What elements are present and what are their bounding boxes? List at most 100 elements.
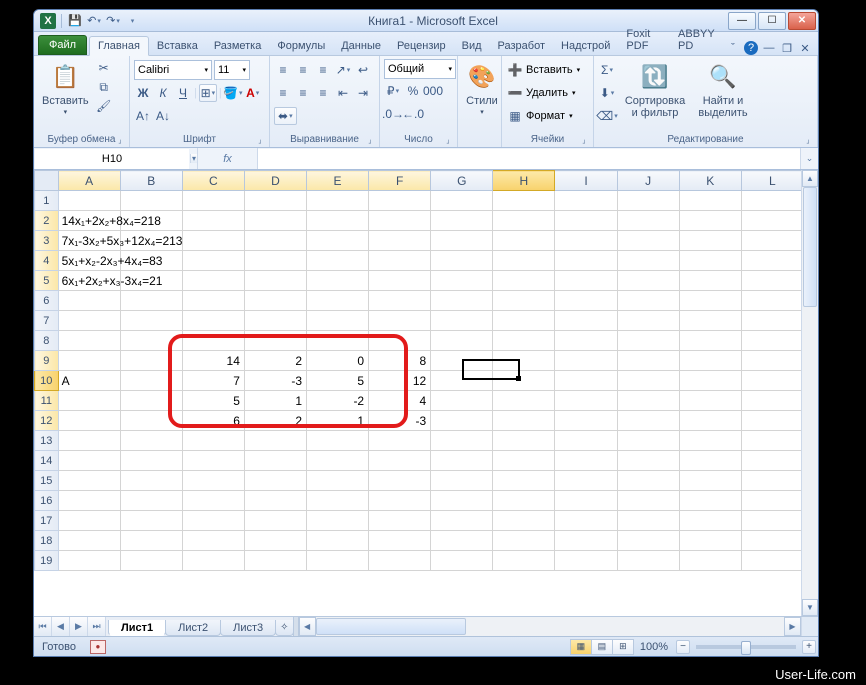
cell[interactable]	[741, 191, 803, 211]
col-header[interactable]: H	[493, 171, 555, 191]
hscroll-thumb[interactable]	[316, 618, 466, 635]
cell[interactable]	[58, 291, 120, 311]
cell[interactable]	[555, 351, 617, 371]
cell[interactable]	[555, 391, 617, 411]
view-page-break-icon[interactable]: ⊞	[612, 639, 634, 655]
cell[interactable]: 2	[244, 411, 306, 431]
cell[interactable]	[679, 211, 741, 231]
cell[interactable]	[741, 531, 803, 551]
cell[interactable]	[182, 271, 244, 291]
cell[interactable]	[555, 271, 617, 291]
cell[interactable]	[182, 211, 244, 231]
cell[interactable]	[58, 491, 120, 511]
cell[interactable]	[182, 451, 244, 471]
cell[interactable]: 7	[182, 371, 244, 391]
borders-icon[interactable]: ⊞	[199, 84, 217, 102]
cell[interactable]	[307, 451, 369, 471]
row-header[interactable]: 12	[35, 411, 59, 431]
cell[interactable]	[617, 211, 679, 231]
scroll-up-icon[interactable]: ▲	[802, 170, 818, 187]
cell[interactable]	[307, 531, 369, 551]
col-header[interactable]: G	[431, 171, 493, 191]
select-all-corner[interactable]	[35, 171, 59, 191]
cell[interactable]: 5	[307, 371, 369, 391]
cell[interactable]	[120, 431, 182, 451]
maximize-button[interactable]: ☐	[758, 12, 786, 30]
cell[interactable]: 5	[182, 391, 244, 411]
row-header[interactable]: 13	[35, 431, 59, 451]
sheet-nav-next-icon[interactable]: ▶	[70, 617, 88, 636]
cell[interactable]	[741, 391, 803, 411]
cell[interactable]	[617, 471, 679, 491]
cell[interactable]	[555, 471, 617, 491]
view-normal-icon[interactable]: ▦	[570, 639, 592, 655]
file-tab[interactable]: Файл	[38, 35, 87, 55]
increase-decimal-icon[interactable]: .0→	[384, 105, 402, 123]
cell[interactable]	[120, 331, 182, 351]
row-header[interactable]: 14	[35, 451, 59, 471]
cell[interactable]	[741, 451, 803, 471]
cell[interactable]	[493, 331, 555, 351]
vertical-scrollbar[interactable]: ▲ ▼	[801, 170, 818, 616]
cell[interactable]	[369, 551, 431, 571]
font-name-combo[interactable]: Calibri▾	[134, 60, 212, 80]
fill-color-icon[interactable]: 🪣	[224, 84, 242, 102]
sheet-tab[interactable]: Лист2	[165, 620, 221, 636]
cell[interactable]	[307, 231, 369, 251]
row-header[interactable]: 10	[35, 371, 59, 391]
cell[interactable]	[369, 311, 431, 331]
cell[interactable]	[307, 311, 369, 331]
cell[interactable]	[120, 551, 182, 571]
tab-insert[interactable]: Вставка	[149, 37, 206, 55]
col-header[interactable]: E	[307, 171, 369, 191]
cell[interactable]	[307, 431, 369, 451]
cell[interactable]	[182, 511, 244, 531]
cell[interactable]	[244, 211, 306, 231]
zoom-in-button[interactable]: +	[802, 640, 816, 654]
cell[interactable]	[58, 471, 120, 491]
cell[interactable]	[555, 451, 617, 471]
name-box[interactable]: ▾	[34, 148, 198, 169]
cell[interactable]	[120, 351, 182, 371]
cell[interactable]	[679, 491, 741, 511]
sheet-nav-last-icon[interactable]: ⏭	[88, 617, 106, 636]
copy-icon[interactable]: ⧉	[95, 78, 113, 96]
minimize-ribbon-icon[interactable]: ˇ	[726, 41, 740, 55]
cell[interactable]: 6x₁+2x₂+x₃-3x₄=21	[58, 271, 120, 291]
cell[interactable]	[741, 231, 803, 251]
cell[interactable]	[244, 551, 306, 571]
cell[interactable]	[555, 411, 617, 431]
cell[interactable]	[58, 411, 120, 431]
decrease-decimal-icon[interactable]: ←.0	[404, 105, 422, 123]
cell[interactable]	[307, 271, 369, 291]
number-format-combo[interactable]: Общий▾	[384, 59, 456, 79]
cell[interactable]	[493, 471, 555, 491]
row-header[interactable]: 9	[35, 351, 59, 371]
cell[interactable]	[617, 491, 679, 511]
col-header[interactable]: D	[244, 171, 306, 191]
undo-icon[interactable]: ↶	[86, 13, 102, 29]
row-header[interactable]: 7	[35, 311, 59, 331]
cell[interactable]	[369, 271, 431, 291]
cell[interactable]	[741, 331, 803, 351]
sheet-tab[interactable]: Лист3	[220, 620, 276, 636]
cell[interactable]: -2	[307, 391, 369, 411]
cell[interactable]	[493, 391, 555, 411]
new-sheet-button[interactable]: ✧	[275, 620, 293, 636]
name-box-dropdown-icon[interactable]: ▾	[190, 154, 197, 163]
name-box-input[interactable]	[35, 149, 189, 169]
align-left-icon[interactable]: ≡	[274, 84, 292, 102]
cell[interactable]	[369, 211, 431, 231]
fill-icon[interactable]: ⬇	[598, 84, 616, 102]
cell[interactable]	[431, 331, 493, 351]
cell[interactable]	[493, 251, 555, 271]
cell[interactable]	[493, 511, 555, 531]
tab-view[interactable]: Вид	[454, 37, 490, 55]
cell[interactable]	[617, 451, 679, 471]
font-size-combo[interactable]: 11▾	[214, 60, 250, 80]
comma-format-icon[interactable]: 000	[424, 82, 442, 100]
cell[interactable]	[369, 511, 431, 531]
cell[interactable]	[182, 311, 244, 331]
cell[interactable]	[431, 431, 493, 451]
merge-center-icon[interactable]: ⬌	[274, 107, 297, 125]
